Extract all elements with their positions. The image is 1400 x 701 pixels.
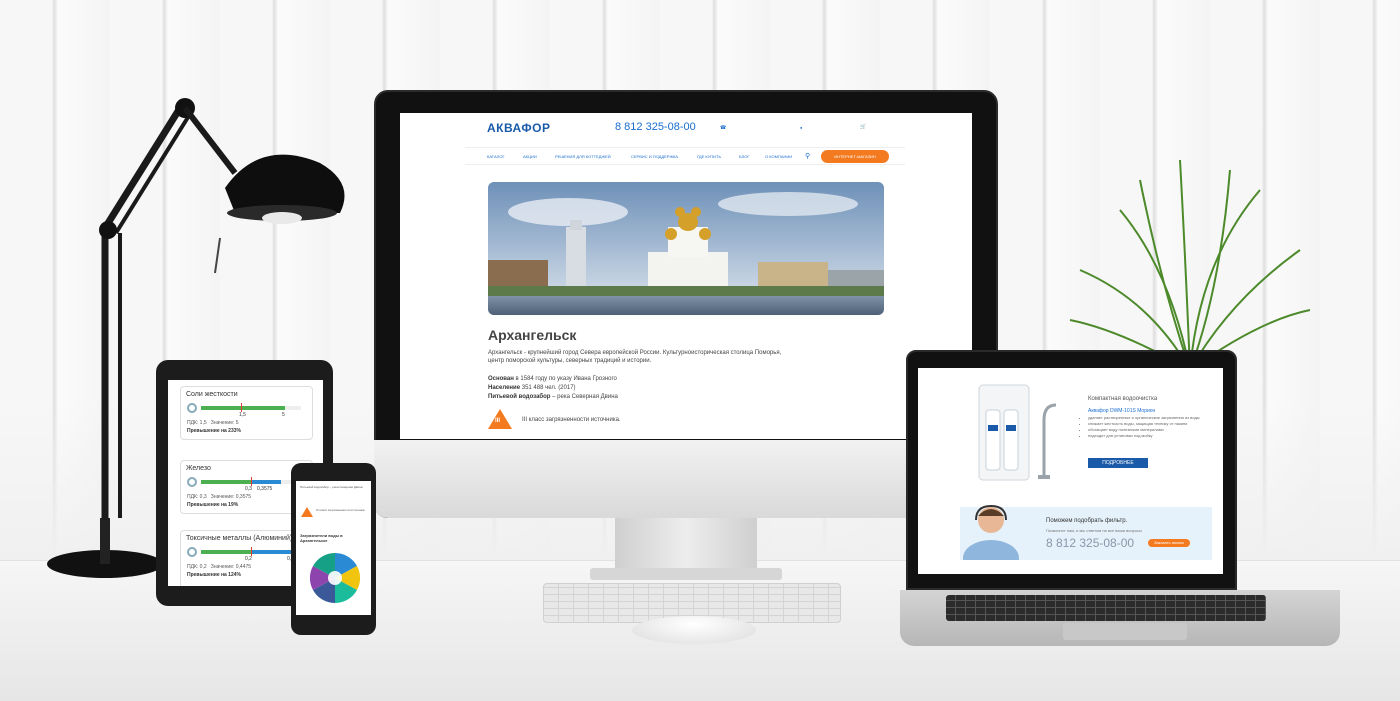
laptop-screen: Компактная водоочистка Аквафор DWM-101S … bbox=[918, 368, 1223, 574]
value-marker-label: 5 bbox=[282, 412, 285, 418]
pdk-and-value: ПДК: 0,2 Значение: 0,4475 bbox=[187, 564, 252, 570]
card-title: Соли жесткости bbox=[186, 391, 238, 398]
pdk-marker-label: 0,3 bbox=[245, 486, 252, 492]
help-subtitle: Позвоните нам, и мы ответим на все ваши … bbox=[1046, 528, 1142, 533]
product-name-link[interactable]: Аквафор DWM-101S Морион bbox=[1088, 408, 1155, 414]
pdk-marker bbox=[251, 547, 252, 556]
site-logo[interactable]: АКВАФОР bbox=[487, 121, 551, 135]
phone-source-text: Питьевой водозабор – река Северная Двина bbox=[300, 485, 363, 489]
pdk-marker bbox=[251, 477, 252, 486]
online-shop-button[interactable]: Интернет-магазин bbox=[821, 150, 889, 163]
level-bar-exceed bbox=[251, 480, 281, 484]
support-operator-avatar bbox=[963, 504, 1019, 560]
desktop-website: АКВАФОР 8 812 325-08-00 🛒 Каталог Акции … bbox=[465, 113, 905, 439]
product-scene: АКВАФОР 8 812 325-08-00 🛒 Каталог Акции … bbox=[0, 0, 1400, 701]
city-description: Архангельск - крупнейший город Севера ев… bbox=[488, 350, 782, 364]
pollution-class-badge: III bbox=[495, 418, 501, 424]
contaminant-icon bbox=[187, 403, 197, 413]
search-icon[interactable]: ⚲ bbox=[805, 152, 810, 160]
product-title: Компактная водоочистка bbox=[1088, 396, 1158, 402]
warning-triangle-icon bbox=[301, 507, 313, 517]
contaminant-icon bbox=[187, 477, 197, 487]
imac-stand bbox=[615, 518, 757, 570]
callback-link[interactable] bbox=[720, 125, 729, 131]
exceed-text: Превышение на 19% bbox=[187, 502, 239, 508]
level-bar-normal bbox=[201, 550, 251, 554]
value-marker-label: 0,3575 bbox=[257, 486, 273, 492]
water-filter-product-image bbox=[978, 384, 1057, 481]
mouse bbox=[632, 616, 756, 644]
contaminant-icon bbox=[187, 547, 197, 557]
card-title: Токсичные металлы (Алюминий) bbox=[186, 535, 293, 542]
pdk-marker-label: 1,5 bbox=[239, 412, 246, 418]
nav-item-promo[interactable]: Акции bbox=[523, 154, 537, 159]
city-selector[interactable] bbox=[800, 125, 805, 130]
fact-founded: Основан в 1584 году по указу Ивана Грозн… bbox=[488, 376, 617, 382]
card-title: Железо bbox=[186, 465, 211, 472]
phone-screen: Питьевой водозабор – река Северная Двина… bbox=[296, 481, 371, 615]
laptop-trackpad bbox=[1063, 623, 1187, 640]
nav-item-service[interactable]: Сервис и поддержка bbox=[631, 154, 678, 159]
cart-icon[interactable]: 🛒 bbox=[860, 124, 866, 130]
phone-pollution-text: III класс загрязненности источника. bbox=[316, 508, 366, 512]
exceed-text: Превышение на 233% bbox=[187, 428, 241, 434]
nav-item-blog[interactable]: Блог bbox=[739, 154, 750, 159]
nav-item-where-to-buy[interactable]: Где купить bbox=[697, 154, 721, 159]
pdk-marker-label: 0,2 bbox=[245, 556, 252, 562]
phone-chart-heading: Загрязнители воды в Архангельске bbox=[300, 533, 343, 543]
imac-chin bbox=[374, 440, 998, 518]
pdk-and-value: ПДК: 1,5 Значение: 5 bbox=[187, 420, 239, 426]
site-header: АКВАФОР 8 812 325-08-00 🛒 bbox=[465, 113, 905, 145]
pdk-marker bbox=[241, 403, 242, 412]
nav-item-about[interactable]: О компании bbox=[765, 154, 792, 159]
contaminant-radial-chart bbox=[310, 553, 360, 603]
help-phone[interactable]: 8 812 325-08-00 bbox=[1046, 536, 1134, 550]
site-phone[interactable]: 8 812 325-08-00 bbox=[615, 121, 696, 133]
city-facts: Основан в 1584 году по указу Ивана Грозн… bbox=[488, 375, 618, 402]
laptop-keyboard bbox=[946, 595, 1266, 621]
level-bar-exceed bbox=[241, 406, 285, 410]
pdk-and-value: ПДК: 0,3 Значение: 0,3575 bbox=[187, 494, 252, 500]
plant-illustration bbox=[1069, 159, 1311, 370]
level-bar-normal bbox=[201, 480, 251, 484]
order-call-button[interactable]: Заказать звонок bbox=[1148, 539, 1190, 547]
main-nav: Каталог Акции Решения для коттеджей Серв… bbox=[465, 147, 905, 165]
fact-water-source: Питьевой водозабор – река Северная Двина bbox=[488, 394, 618, 400]
city-hero-image bbox=[488, 182, 884, 315]
nav-item-catalog[interactable]: Каталог bbox=[487, 154, 505, 159]
nav-item-cottage[interactable]: Решения для коттеджей bbox=[555, 154, 611, 159]
fact-population: Население 351 488 чел. (2017) bbox=[488, 385, 576, 391]
imac-stand-base bbox=[590, 568, 782, 580]
more-details-button[interactable]: Подробнее bbox=[1088, 458, 1148, 468]
contaminant-card-hardness: Соли жесткости 1,5 5 ПДК: 1,5 Значение: … bbox=[180, 386, 313, 440]
exceed-text: Превышение на 124% bbox=[187, 572, 241, 578]
level-bar-normal bbox=[201, 406, 241, 410]
product-features: удаляет растворенные и органические загр… bbox=[1088, 415, 1208, 439]
feature-item: подходит для установки под мойку bbox=[1088, 433, 1208, 439]
pollution-class-text: III класс загрязненности источника. bbox=[522, 417, 621, 423]
help-title: Поможем подобрать фильтр. bbox=[1046, 518, 1128, 524]
page-title: Архангельск bbox=[488, 327, 577, 343]
